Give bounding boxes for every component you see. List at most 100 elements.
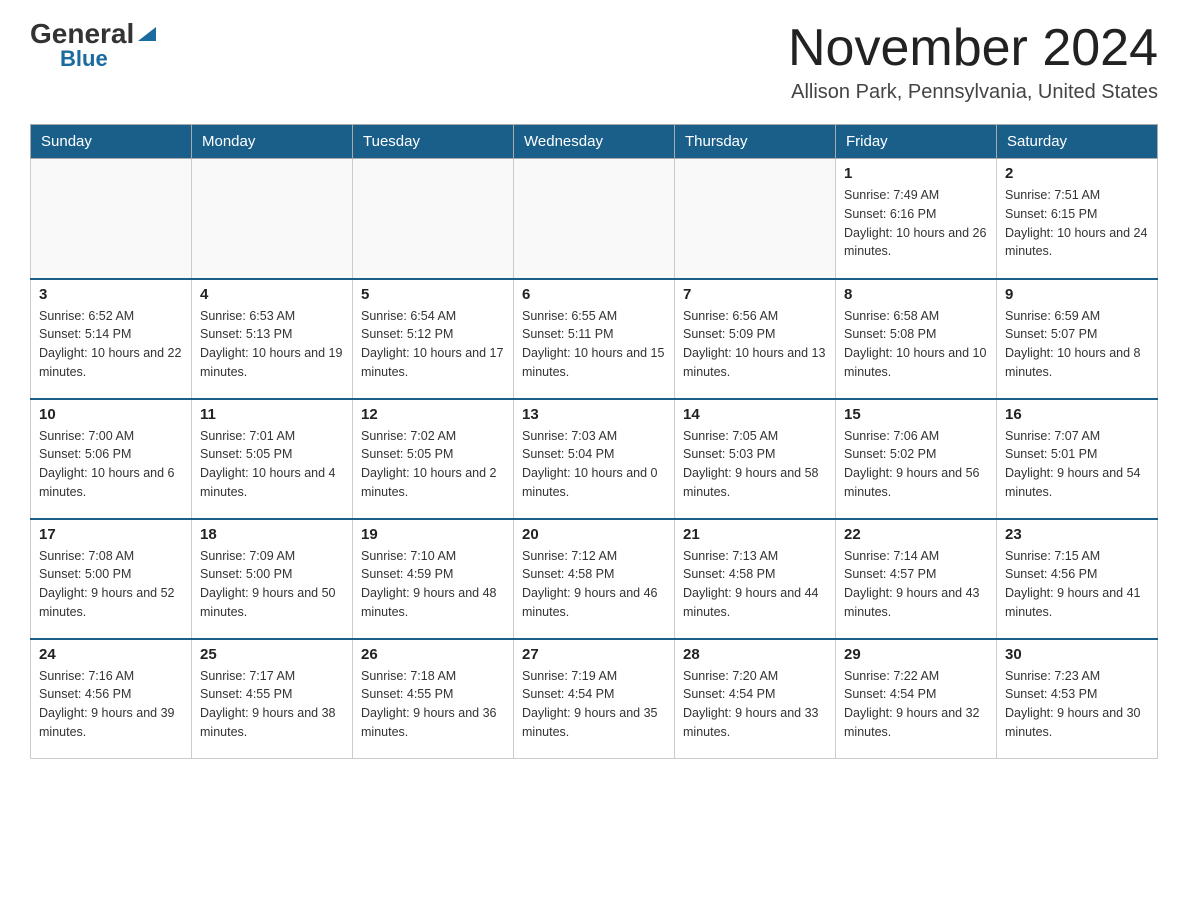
day-info: Sunrise: 7:23 AMSunset: 4:53 PMDaylight:… bbox=[1005, 667, 1149, 742]
page-header: General Blue November 2024 Allison Park,… bbox=[30, 20, 1158, 104]
day-number: 10 bbox=[39, 406, 183, 423]
day-info: Sunrise: 7:09 AMSunset: 5:00 PMDaylight:… bbox=[200, 547, 344, 622]
day-info: Sunrise: 7:14 AMSunset: 4:57 PMDaylight:… bbox=[844, 547, 988, 622]
day-info: Sunrise: 7:51 AMSunset: 6:15 PMDaylight:… bbox=[1005, 186, 1149, 261]
calendar-week-row: 24 Sunrise: 7:16 AMSunset: 4:56 PMDayligh… bbox=[31, 639, 1158, 759]
calendar-cell bbox=[514, 159, 675, 279]
title-section: November 2024 Allison Park, Pennsylvania… bbox=[788, 20, 1158, 104]
day-number: 13 bbox=[522, 406, 666, 423]
day-info: Sunrise: 6:56 AMSunset: 5:09 PMDaylight:… bbox=[683, 307, 827, 382]
header-wednesday: Wednesday bbox=[514, 125, 675, 159]
calendar-cell: 21 Sunrise: 7:13 AMSunset: 4:58 PMDayligh… bbox=[675, 519, 836, 639]
calendar-cell: 6 Sunrise: 6:55 AMSunset: 5:11 PMDaylight… bbox=[514, 279, 675, 399]
day-info: Sunrise: 6:59 AMSunset: 5:07 PMDaylight:… bbox=[1005, 307, 1149, 382]
logo-triangle-icon bbox=[136, 23, 158, 45]
day-info: Sunrise: 6:54 AMSunset: 5:12 PMDaylight:… bbox=[361, 307, 505, 382]
calendar-header-row: Sunday Monday Tuesday Wednesday Thursday… bbox=[31, 125, 1158, 159]
month-title: November 2024 bbox=[788, 20, 1158, 77]
day-info: Sunrise: 6:55 AMSunset: 5:11 PMDaylight:… bbox=[522, 307, 666, 382]
calendar-cell: 18 Sunrise: 7:09 AMSunset: 5:00 PMDayligh… bbox=[192, 519, 353, 639]
header-sunday: Sunday bbox=[31, 125, 192, 159]
day-number: 20 bbox=[522, 526, 666, 543]
calendar-week-row: 1 Sunrise: 7:49 AMSunset: 6:16 PMDaylight… bbox=[31, 159, 1158, 279]
day-number: 11 bbox=[200, 406, 344, 423]
day-number: 17 bbox=[39, 526, 183, 543]
day-number: 6 bbox=[522, 286, 666, 303]
calendar-cell: 5 Sunrise: 6:54 AMSunset: 5:12 PMDaylight… bbox=[353, 279, 514, 399]
calendar-week-row: 17Sunrise: 7:08 AMSunset: 5:00 PMDayligh… bbox=[31, 519, 1158, 639]
day-info: Sunrise: 7:13 AMSunset: 4:58 PMDaylight:… bbox=[683, 547, 827, 622]
calendar-cell bbox=[353, 159, 514, 279]
day-number: 1 bbox=[844, 165, 988, 182]
day-number: 24 bbox=[39, 646, 183, 663]
header-tuesday: Tuesday bbox=[353, 125, 514, 159]
calendar-cell: 24 Sunrise: 7:16 AMSunset: 4:56 PMDayligh… bbox=[31, 639, 192, 759]
day-info: Sunrise: 7:03 AMSunset: 5:04 PMDaylight:… bbox=[522, 427, 666, 502]
header-saturday: Saturday bbox=[997, 125, 1158, 159]
day-number: 28 bbox=[683, 646, 827, 663]
day-number: 5 bbox=[361, 286, 505, 303]
day-number: 21 bbox=[683, 526, 827, 543]
day-info: Sunrise: 7:20 AMSunset: 4:54 PMDaylight:… bbox=[683, 667, 827, 742]
day-number: 18 bbox=[200, 526, 344, 543]
header-friday: Friday bbox=[836, 125, 997, 159]
calendar-cell: 27 Sunrise: 7:19 AMSunset: 4:54 PMDayligh… bbox=[514, 639, 675, 759]
calendar-cell bbox=[675, 159, 836, 279]
calendar-cell: 30 Sunrise: 7:23 AMSunset: 4:53 PMDayligh… bbox=[997, 639, 1158, 759]
day-info: Sunrise: 7:06 AMSunset: 5:02 PMDaylight:… bbox=[844, 427, 988, 502]
calendar-cell: 8 Sunrise: 6:58 AMSunset: 5:08 PMDaylight… bbox=[836, 279, 997, 399]
day-number: 15 bbox=[844, 406, 988, 423]
day-number: 3 bbox=[39, 286, 183, 303]
day-info: Sunrise: 7:19 AMSunset: 4:54 PMDaylight:… bbox=[522, 667, 666, 742]
header-thursday: Thursday bbox=[675, 125, 836, 159]
calendar-cell: 12Sunrise: 7:02 AMSunset: 5:05 PMDayligh… bbox=[353, 399, 514, 519]
day-info: Sunrise: 7:18 AMSunset: 4:55 PMDaylight:… bbox=[361, 667, 505, 742]
calendar-cell: 13 Sunrise: 7:03 AMSunset: 5:04 PMDayligh… bbox=[514, 399, 675, 519]
day-info: Sunrise: 7:49 AMSunset: 6:16 PMDaylight:… bbox=[844, 186, 988, 261]
calendar-cell: 26Sunrise: 7:18 AMSunset: 4:55 PMDayligh… bbox=[353, 639, 514, 759]
day-number: 25 bbox=[200, 646, 344, 663]
calendar-cell: 3 Sunrise: 6:52 AMSunset: 5:14 PMDaylight… bbox=[31, 279, 192, 399]
day-info: Sunrise: 7:16 AMSunset: 4:56 PMDaylight:… bbox=[39, 667, 183, 742]
calendar-cell: 17Sunrise: 7:08 AMSunset: 5:00 PMDayligh… bbox=[31, 519, 192, 639]
day-info: Sunrise: 7:05 AMSunset: 5:03 PMDaylight:… bbox=[683, 427, 827, 502]
calendar-cell: 2 Sunrise: 7:51 AMSunset: 6:15 PMDaylight… bbox=[997, 159, 1158, 279]
calendar-week-row: 10 Sunrise: 7:00 AMSunset: 5:06 PMDayligh… bbox=[31, 399, 1158, 519]
calendar-cell: 11Sunrise: 7:01 AMSunset: 5:05 PMDayligh… bbox=[192, 399, 353, 519]
logo: General Blue bbox=[30, 20, 158, 72]
logo-general-text: General bbox=[30, 20, 134, 48]
day-number: 8 bbox=[844, 286, 988, 303]
calendar-cell: 19Sunrise: 7:10 AMSunset: 4:59 PMDayligh… bbox=[353, 519, 514, 639]
calendar-cell: 4 Sunrise: 6:53 AMSunset: 5:13 PMDaylight… bbox=[192, 279, 353, 399]
day-number: 9 bbox=[1005, 286, 1149, 303]
calendar-cell: 20 Sunrise: 7:12 AMSunset: 4:58 PMDayligh… bbox=[514, 519, 675, 639]
day-number: 2 bbox=[1005, 165, 1149, 182]
calendar-cell: 1 Sunrise: 7:49 AMSunset: 6:16 PMDaylight… bbox=[836, 159, 997, 279]
calendar-table: Sunday Monday Tuesday Wednesday Thursday… bbox=[30, 124, 1158, 759]
day-info: Sunrise: 7:22 AMSunset: 4:54 PMDaylight:… bbox=[844, 667, 988, 742]
calendar-cell: 29Sunrise: 7:22 AMSunset: 4:54 PMDayligh… bbox=[836, 639, 997, 759]
day-number: 30 bbox=[1005, 646, 1149, 663]
day-number: 14 bbox=[683, 406, 827, 423]
day-info: Sunrise: 7:15 AMSunset: 4:56 PMDaylight:… bbox=[1005, 547, 1149, 622]
calendar-cell: 14 Sunrise: 7:05 AMSunset: 5:03 PMDayligh… bbox=[675, 399, 836, 519]
location-text: Allison Park, Pennsylvania, United State… bbox=[788, 81, 1158, 104]
header-monday: Monday bbox=[192, 125, 353, 159]
day-info: Sunrise: 7:00 AMSunset: 5:06 PMDaylight:… bbox=[39, 427, 183, 502]
day-info: Sunrise: 6:58 AMSunset: 5:08 PMDaylight:… bbox=[844, 307, 988, 382]
calendar-cell bbox=[192, 159, 353, 279]
calendar-cell: 16Sunrise: 7:07 AMSunset: 5:01 PMDayligh… bbox=[997, 399, 1158, 519]
day-info: Sunrise: 6:52 AMSunset: 5:14 PMDaylight:… bbox=[39, 307, 183, 382]
day-number: 12 bbox=[361, 406, 505, 423]
day-number: 7 bbox=[683, 286, 827, 303]
day-info: Sunrise: 6:53 AMSunset: 5:13 PMDaylight:… bbox=[200, 307, 344, 382]
logo-blue-text: Blue bbox=[60, 46, 108, 72]
calendar-cell: 15 Sunrise: 7:06 AMSunset: 5:02 PMDayligh… bbox=[836, 399, 997, 519]
calendar-cell: 10 Sunrise: 7:00 AMSunset: 5:06 PMDayligh… bbox=[31, 399, 192, 519]
day-number: 4 bbox=[200, 286, 344, 303]
calendar-cell: 23Sunrise: 7:15 AMSunset: 4:56 PMDayligh… bbox=[997, 519, 1158, 639]
day-number: 27 bbox=[522, 646, 666, 663]
day-info: Sunrise: 7:12 AMSunset: 4:58 PMDaylight:… bbox=[522, 547, 666, 622]
day-info: Sunrise: 7:10 AMSunset: 4:59 PMDaylight:… bbox=[361, 547, 505, 622]
calendar-week-row: 3 Sunrise: 6:52 AMSunset: 5:14 PMDaylight… bbox=[31, 279, 1158, 399]
